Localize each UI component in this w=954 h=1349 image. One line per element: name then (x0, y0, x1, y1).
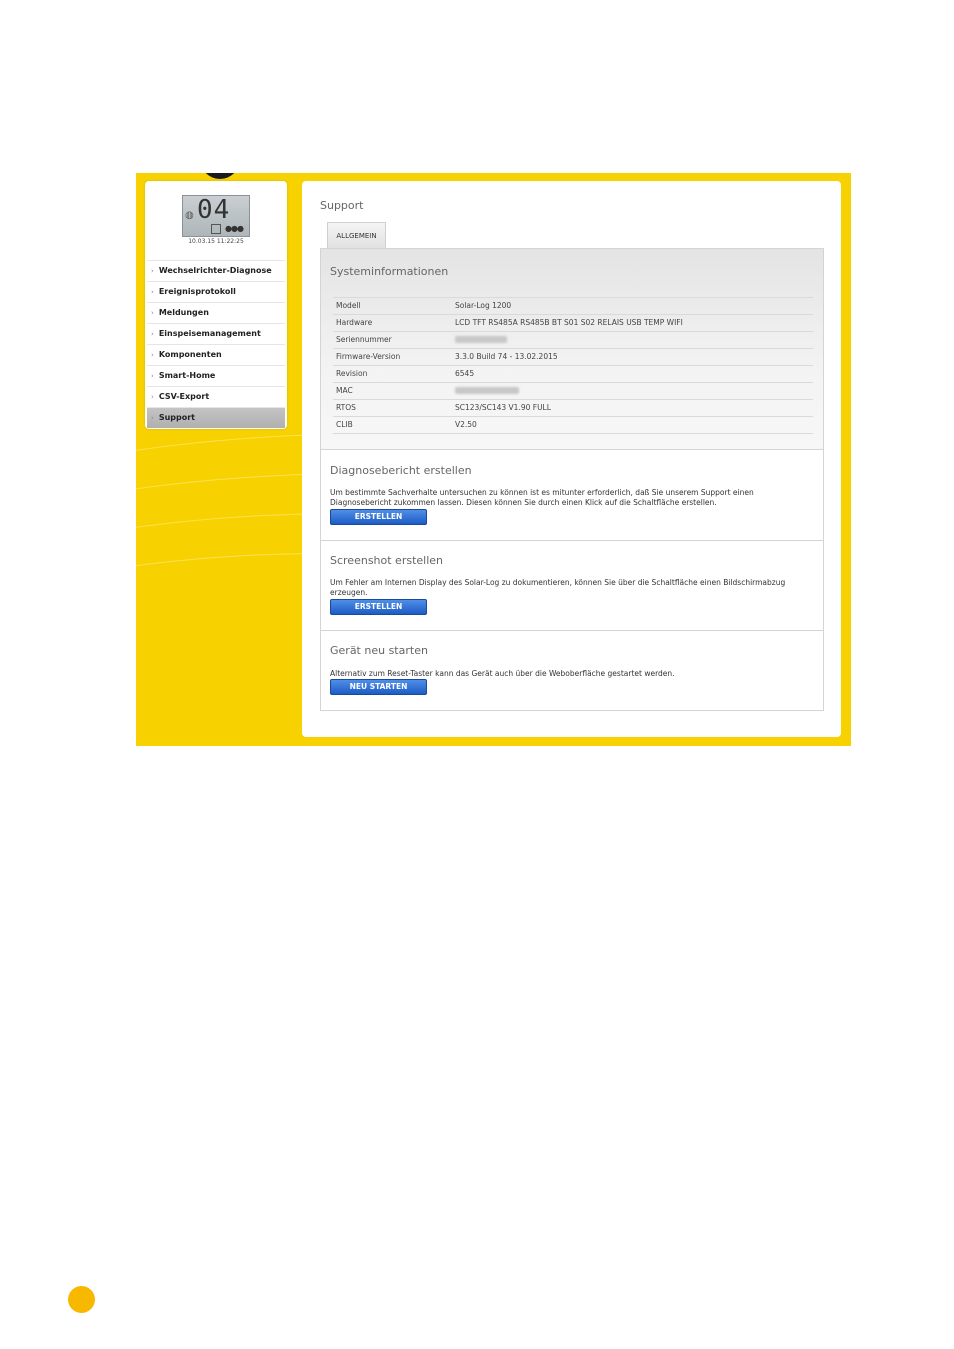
section-title: Gerät neu starten (330, 644, 428, 657)
chevron-right-icon: › (151, 288, 154, 296)
info-key: CLIB (336, 420, 353, 429)
info-value: 3.3.0 Build 74 - 13.02.2015 (455, 352, 558, 361)
main-panel: Support ALLGEMEIN Systeminformationen Mo… (302, 181, 841, 737)
diagnose-section: Diagnosebericht erstellen Um bestimmte S… (321, 450, 823, 541)
system-info-section: Systeminformationen Modell Solar-Log 1200… (321, 249, 823, 450)
sidebar-item-label: Einspeisemanagement (158, 329, 261, 338)
page-title: Support (320, 199, 364, 212)
info-key: Revision (336, 369, 368, 378)
lcd-display: ◍ 04 ●●● (182, 195, 250, 237)
sidebar-item-support[interactable]: › Support (147, 407, 285, 428)
sidebar-item-komponenten[interactable]: › Komponenten (147, 344, 285, 365)
section-description: Alternativ zum Reset-Taster kann das Ger… (330, 669, 675, 678)
info-key: Seriennummer (336, 335, 392, 344)
info-value: 6545 (455, 369, 475, 378)
section-title: Diagnosebericht erstellen (330, 464, 472, 477)
chevron-right-icon: › (151, 330, 154, 338)
sidebar-item-meldungen[interactable]: › Meldungen (147, 302, 285, 323)
sidebar-item-label: Meldungen (158, 308, 209, 317)
create-screenshot-button[interactable]: ERSTELLEN (330, 599, 427, 615)
sidebar-menu: › Wechselrichter-Diagnose › Ereignisprotok… (147, 260, 285, 428)
lcd-digits: 04 (197, 195, 231, 225)
logo-fragment (200, 173, 240, 179)
info-key: MAC (336, 386, 353, 395)
sidebar-item-label: Support (158, 413, 195, 422)
page-marker-dot (68, 1286, 95, 1313)
table-row: MAC (333, 382, 813, 399)
info-value-redacted (455, 383, 519, 400)
chevron-right-icon: › (151, 267, 154, 275)
sidebar-item-label: Komponenten (158, 350, 222, 359)
section-description: Um Fehler am Internen Display des Solar-… (330, 578, 786, 597)
table-row: Hardware LCD TFT RS485A RS485B BT S01 S02… (333, 314, 813, 331)
tab-content: Systeminformationen Modell Solar-Log 1200… (320, 248, 824, 711)
sidebar-item-label: CSV-Export (158, 392, 210, 401)
sidebar-item-smart-home[interactable]: › Smart-Home (147, 365, 285, 386)
info-value: Solar-Log 1200 (455, 301, 512, 310)
info-key: Hardware (336, 318, 373, 327)
chevron-right-icon: › (151, 372, 154, 380)
info-value: LCD TFT RS485A RS485B BT S01 S02 RELAIS … (455, 318, 683, 327)
restart-section: Gerät neu starten Alternativ zum Reset-T… (321, 631, 823, 710)
section-title: Systeminformationen (330, 265, 449, 278)
sidebar-item-label: Smart-Home (158, 371, 216, 380)
signal-dots-icon: ●●● (225, 224, 244, 233)
lcd-timestamp: 10.03.15 11:22:25 (188, 238, 244, 245)
sidebar-item-label: Wechselrichter-Diagnose (158, 266, 272, 275)
chevron-right-icon: › (151, 309, 154, 317)
chevron-right-icon: › (151, 351, 154, 359)
sidebar-item-wechselrichter-diagnose[interactable]: › Wechselrichter-Diagnose (147, 260, 285, 281)
chevron-right-icon: › (151, 393, 154, 401)
sidebar-item-ereignisprotokoll[interactable]: › Ereignisprotokoll (147, 281, 285, 302)
section-description: Um bestimmte Sachverhalte untersuchen zu… (330, 488, 754, 507)
table-row: Seriennummer (333, 331, 813, 348)
info-key: Modell (336, 301, 361, 310)
grid-icon (211, 224, 221, 234)
table-row: RTOS SC123/SC143 V1.90 FULL (333, 399, 813, 416)
sidebar-item-csv-export[interactable]: › CSV-Export (147, 386, 285, 407)
sidebar: ◍ 04 ●●● 10.03.15 11:22:25 › Wechselricht… (145, 181, 287, 429)
sidebar-item-label: Ereignisprotokoll (158, 287, 236, 296)
globe-icon: ◍ (185, 210, 194, 221)
info-value: V2.50 (455, 420, 477, 429)
create-diagnosis-button[interactable]: ERSTELLEN (330, 509, 427, 525)
chevron-right-icon: › (151, 414, 154, 422)
info-key: Firmware-Version (336, 352, 401, 361)
info-value: SC123/SC143 V1.90 FULL (455, 403, 551, 412)
table-row: Modell Solar-Log 1200 (333, 297, 813, 314)
table-row: Firmware-Version 3.3.0 Build 74 - 13.02.2… (333, 348, 813, 365)
info-value-redacted (455, 332, 507, 349)
restart-button[interactable]: NEU STARTEN (330, 679, 427, 695)
table-row: Revision 6545 (333, 365, 813, 382)
table-row: CLIB V2.50 (333, 416, 813, 434)
tab-allgemein[interactable]: ALLGEMEIN (327, 222, 386, 248)
info-key: RTOS (336, 403, 356, 412)
info-table: Modell Solar-Log 1200 Hardware LCD TFT RS4… (333, 297, 813, 434)
screenshot-section: Screenshot erstellen Um Fehler am Intern… (321, 541, 823, 631)
section-title: Screenshot erstellen (330, 554, 444, 567)
sidebar-item-einspeisemanagement[interactable]: › Einspeisemanagement (147, 323, 285, 344)
